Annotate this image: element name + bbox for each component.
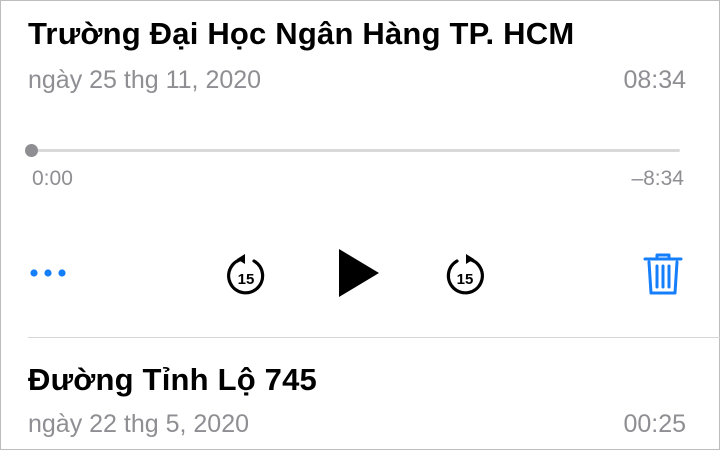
list-divider [28,337,720,338]
skip-back-15-icon: 15 [227,254,265,295]
skip-forward-15-button[interactable]: 15 [443,250,487,296]
play-button[interactable] [330,246,384,300]
elapsed-time: 0:00 [32,167,73,190]
remaining-time: –8:34 [631,167,684,190]
delete-button[interactable] [642,252,684,296]
skip-forward-15-icon: 15 [446,254,484,295]
rewind-seconds-label: 15 [238,271,255,288]
ellipsis-icon [30,269,66,277]
more-options-button[interactable] [28,258,70,288]
playback-scrubber-track[interactable] [32,149,680,152]
skip-back-15-button[interactable]: 15 [224,250,268,296]
recording-date: ngày 22 thg 5, 2020 [28,410,250,438]
recording-duration: 08:34 [623,66,686,94]
recording-title: Đường Tỉnh Lộ 745 [28,362,317,397]
play-icon [339,249,379,297]
trash-icon [643,253,683,295]
forward-seconds-label: 15 [457,271,474,288]
recording-duration: 00:25 [623,410,686,438]
recording-date: ngày 25 thg 11, 2020 [28,66,262,94]
playback-scrubber-knob[interactable] [25,144,38,157]
recording-title: Trường Đại Học Ngân Hàng TP. HCM [28,16,575,51]
